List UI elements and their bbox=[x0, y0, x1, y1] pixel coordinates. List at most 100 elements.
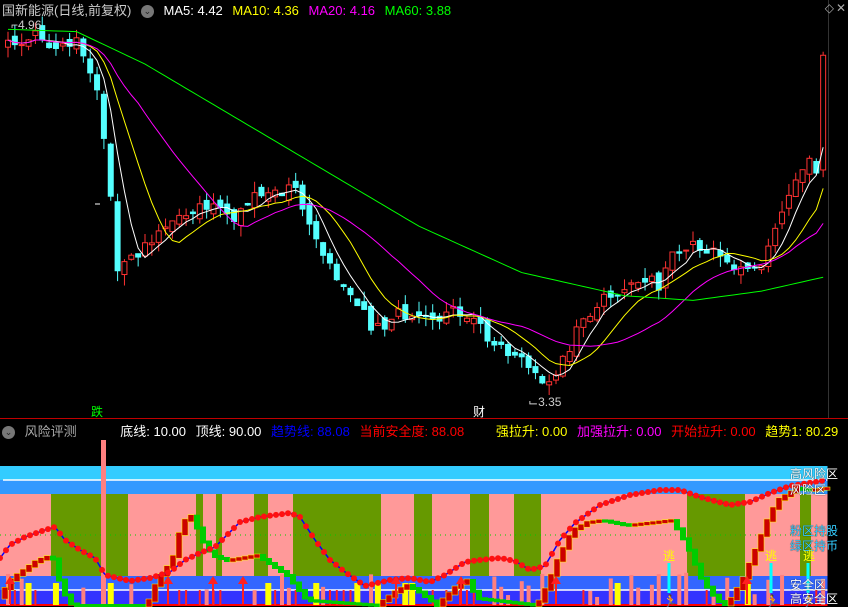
trend1-step bbox=[649, 520, 657, 526]
diamond-icon[interactable]: ◇ bbox=[825, 1, 834, 15]
close-icon[interactable]: ✕ bbox=[836, 1, 846, 15]
candle-down bbox=[244, 202, 251, 206]
safety-dot bbox=[51, 524, 57, 531]
trend1-step bbox=[643, 521, 651, 526]
safety-value: 当前安全度: 88.08 bbox=[359, 424, 465, 439]
candle-up bbox=[25, 39, 32, 47]
safety-dot bbox=[723, 500, 729, 507]
running-man-icon: 🏃 bbox=[765, 594, 780, 607]
safety-dot bbox=[537, 564, 543, 571]
safety-dot bbox=[753, 496, 759, 503]
stronger-rise-value: 加强拉升: 0.00 bbox=[576, 424, 662, 439]
safety-dot bbox=[609, 498, 615, 504]
trend1-step bbox=[494, 598, 500, 603]
trend1-step bbox=[667, 518, 675, 524]
safety-dot bbox=[519, 562, 525, 569]
trend1-step bbox=[488, 597, 494, 602]
safety-dot bbox=[33, 530, 39, 537]
green-cash-zone bbox=[414, 494, 432, 576]
safety-dot bbox=[441, 572, 447, 579]
volume-bar bbox=[608, 578, 613, 605]
candle-up bbox=[169, 220, 176, 233]
candle-down bbox=[505, 343, 512, 357]
candle-up bbox=[546, 381, 553, 386]
trend1-step bbox=[589, 519, 597, 525]
trend1-step bbox=[379, 599, 387, 607]
safety-dot bbox=[375, 579, 381, 586]
trend1-step bbox=[565, 534, 573, 551]
trend1-step bbox=[13, 573, 21, 582]
safety-dot bbox=[141, 575, 147, 582]
safety-dot bbox=[81, 549, 87, 556]
volume-bar bbox=[286, 587, 291, 605]
trend1-step bbox=[278, 566, 284, 573]
safety-dot bbox=[561, 532, 567, 539]
safety-dot bbox=[591, 506, 597, 513]
low-price-value: 3.35 bbox=[538, 395, 562, 409]
top-line-value: 顶线: 90.00 bbox=[195, 424, 262, 439]
safety-dot bbox=[21, 534, 27, 541]
safety-dot bbox=[189, 553, 195, 560]
safety-dot bbox=[399, 575, 405, 582]
trend1-step bbox=[716, 593, 722, 603]
volume-bar bbox=[465, 590, 468, 605]
chevron-down-icon[interactable]: ⌄ bbox=[2, 426, 15, 440]
safety-dot bbox=[117, 575, 123, 582]
trend1-step bbox=[368, 603, 374, 607]
safety-dot bbox=[279, 511, 285, 518]
candle-down bbox=[642, 277, 649, 283]
panel-divider bbox=[0, 418, 848, 419]
main-chart-header: 国新能源(日线,前复权) ⌄ MA5: 4.42 MA10: 4.36 MA20… bbox=[2, 0, 457, 19]
safety-dot bbox=[201, 548, 207, 555]
safety-dot bbox=[699, 494, 705, 501]
safety-dot bbox=[435, 575, 441, 582]
trend1-step bbox=[620, 522, 626, 527]
trend1-step bbox=[602, 519, 608, 523]
safety-dot bbox=[783, 484, 789, 491]
safety-dot bbox=[363, 582, 369, 589]
zone-high-risk: 高风险区 bbox=[790, 467, 839, 481]
trend1-step bbox=[470, 579, 476, 593]
trend1-step bbox=[332, 600, 338, 604]
trend1-step bbox=[410, 584, 416, 590]
safety-dot bbox=[153, 573, 159, 580]
volume-bar bbox=[204, 589, 209, 605]
trend1-step bbox=[416, 587, 422, 594]
candle-up bbox=[566, 351, 573, 363]
right-axis-line bbox=[828, 0, 829, 418]
safety-dot bbox=[453, 564, 459, 571]
trend1-step bbox=[577, 523, 585, 531]
chevron-down-icon[interactable]: ⌄ bbox=[140, 5, 154, 19]
escape-bar bbox=[667, 563, 671, 593]
safety-dot bbox=[579, 514, 585, 521]
candle-up bbox=[594, 306, 601, 321]
trend1-step bbox=[224, 557, 230, 562]
safety-dot bbox=[57, 530, 63, 537]
safety-dot bbox=[771, 488, 777, 495]
trend1-step bbox=[451, 585, 459, 596]
candle-up bbox=[142, 242, 148, 257]
trend1-step bbox=[247, 554, 255, 560]
safety-dot bbox=[675, 487, 681, 493]
candle-down bbox=[340, 284, 347, 287]
volume-bar bbox=[274, 590, 277, 605]
price-chart[interactable]: 🏃 🏃 🏃 bbox=[0, 0, 848, 607]
candle-up bbox=[806, 157, 813, 175]
zone-high-safe: 高安全区 bbox=[790, 592, 839, 606]
candle-down bbox=[676, 251, 683, 254]
green-cash-zone bbox=[470, 494, 489, 576]
safety-dot bbox=[177, 561, 183, 567]
bottom-line-value: 底线: 10.00 bbox=[120, 424, 187, 439]
trend1-step bbox=[500, 599, 506, 604]
trend1-step bbox=[608, 519, 614, 524]
candle-down bbox=[326, 253, 333, 264]
safety-dot bbox=[87, 552, 93, 559]
trend1-step bbox=[751, 548, 759, 566]
candle-up bbox=[628, 282, 635, 285]
candle-down bbox=[94, 74, 101, 91]
safety-dot bbox=[693, 492, 699, 499]
safety-dot bbox=[423, 578, 429, 585]
escape-label: 逃 bbox=[765, 549, 778, 563]
trend1-step bbox=[175, 532, 183, 559]
candle-up bbox=[690, 240, 696, 246]
